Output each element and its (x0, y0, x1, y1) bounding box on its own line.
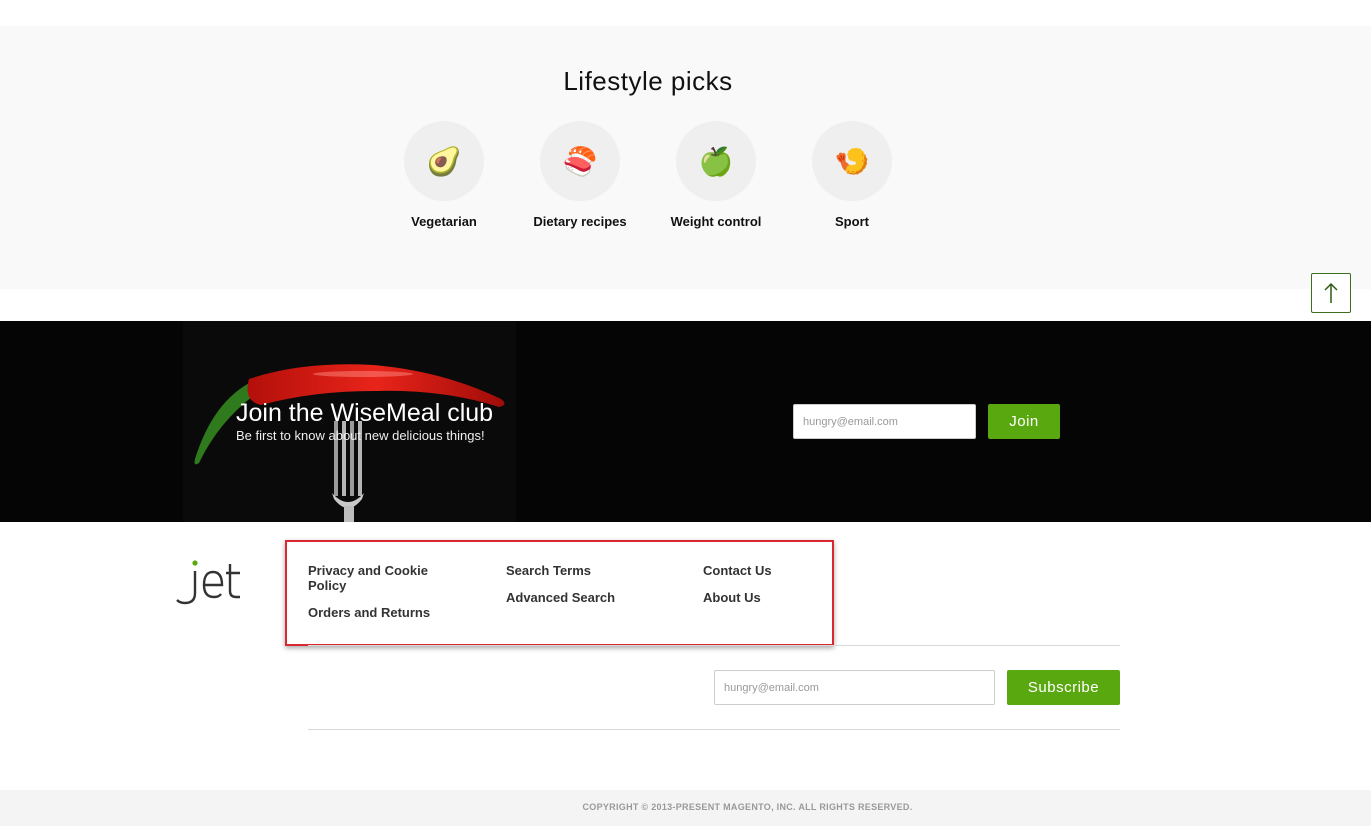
lifestyle-picks-list: 🥑 Vegetarian 🍣 Dietary recipes 🍏 Weight … (0, 121, 1296, 229)
pick-sport[interactable]: 🍤 Sport (812, 121, 892, 229)
pick-label: Sport (835, 214, 869, 229)
subscribe-email-input[interactable] (714, 670, 995, 705)
shrimp-icon: 🍤 (812, 121, 892, 201)
subscribe-button[interactable]: Subscribe (1007, 670, 1120, 705)
pick-vegetarian[interactable]: 🥑 Vegetarian (404, 121, 484, 229)
club-email-input[interactable] (793, 404, 976, 439)
sushi-icon: 🍣 (540, 121, 620, 201)
pick-label: Vegetarian (411, 214, 477, 229)
link-orders-returns[interactable]: Orders and Returns (308, 605, 430, 620)
divider (308, 729, 1120, 730)
club-title: Join the WiseMeal club (236, 399, 494, 427)
avocado-icon: 🥑 (404, 121, 484, 201)
pick-label: Dietary recipes (533, 214, 627, 229)
copyright-text: COPYRIGHT © 2013-PRESENT MAGENTO, INC. A… (0, 790, 1371, 826)
jet-logo[interactable] (176, 560, 242, 611)
link-about-us[interactable]: About Us (703, 590, 761, 605)
scroll-to-top-button[interactable] (1311, 273, 1351, 313)
lifestyle-picks-section: Lifestyle picks 🥑 Vegetarian 🍣 Dietary r… (0, 26, 1371, 289)
pick-weight-control[interactable]: 🍏 Weight control (671, 121, 761, 229)
pick-dietary-recipes[interactable]: 🍣 Dietary recipes (533, 121, 627, 229)
divider (308, 645, 1120, 646)
link-privacy-cookie-policy[interactable]: Privacy and Cookie Policy (308, 563, 458, 593)
newsletter-banner: Join the WiseMeal club Be first to know … (0, 321, 1371, 522)
green-apple-icon: 🍏 (676, 121, 756, 201)
join-button[interactable]: Join (988, 404, 1060, 439)
link-contact-us[interactable]: Contact Us (703, 563, 772, 578)
link-advanced-search[interactable]: Advanced Search (506, 590, 615, 605)
lifestyle-title: Lifestyle picks (563, 66, 733, 96)
link-search-terms[interactable]: Search Terms (506, 563, 591, 578)
club-subtitle: Be first to know about new delicious thi… (236, 428, 485, 443)
pick-label: Weight control (670, 214, 762, 229)
arrow-up-icon (1324, 282, 1338, 303)
